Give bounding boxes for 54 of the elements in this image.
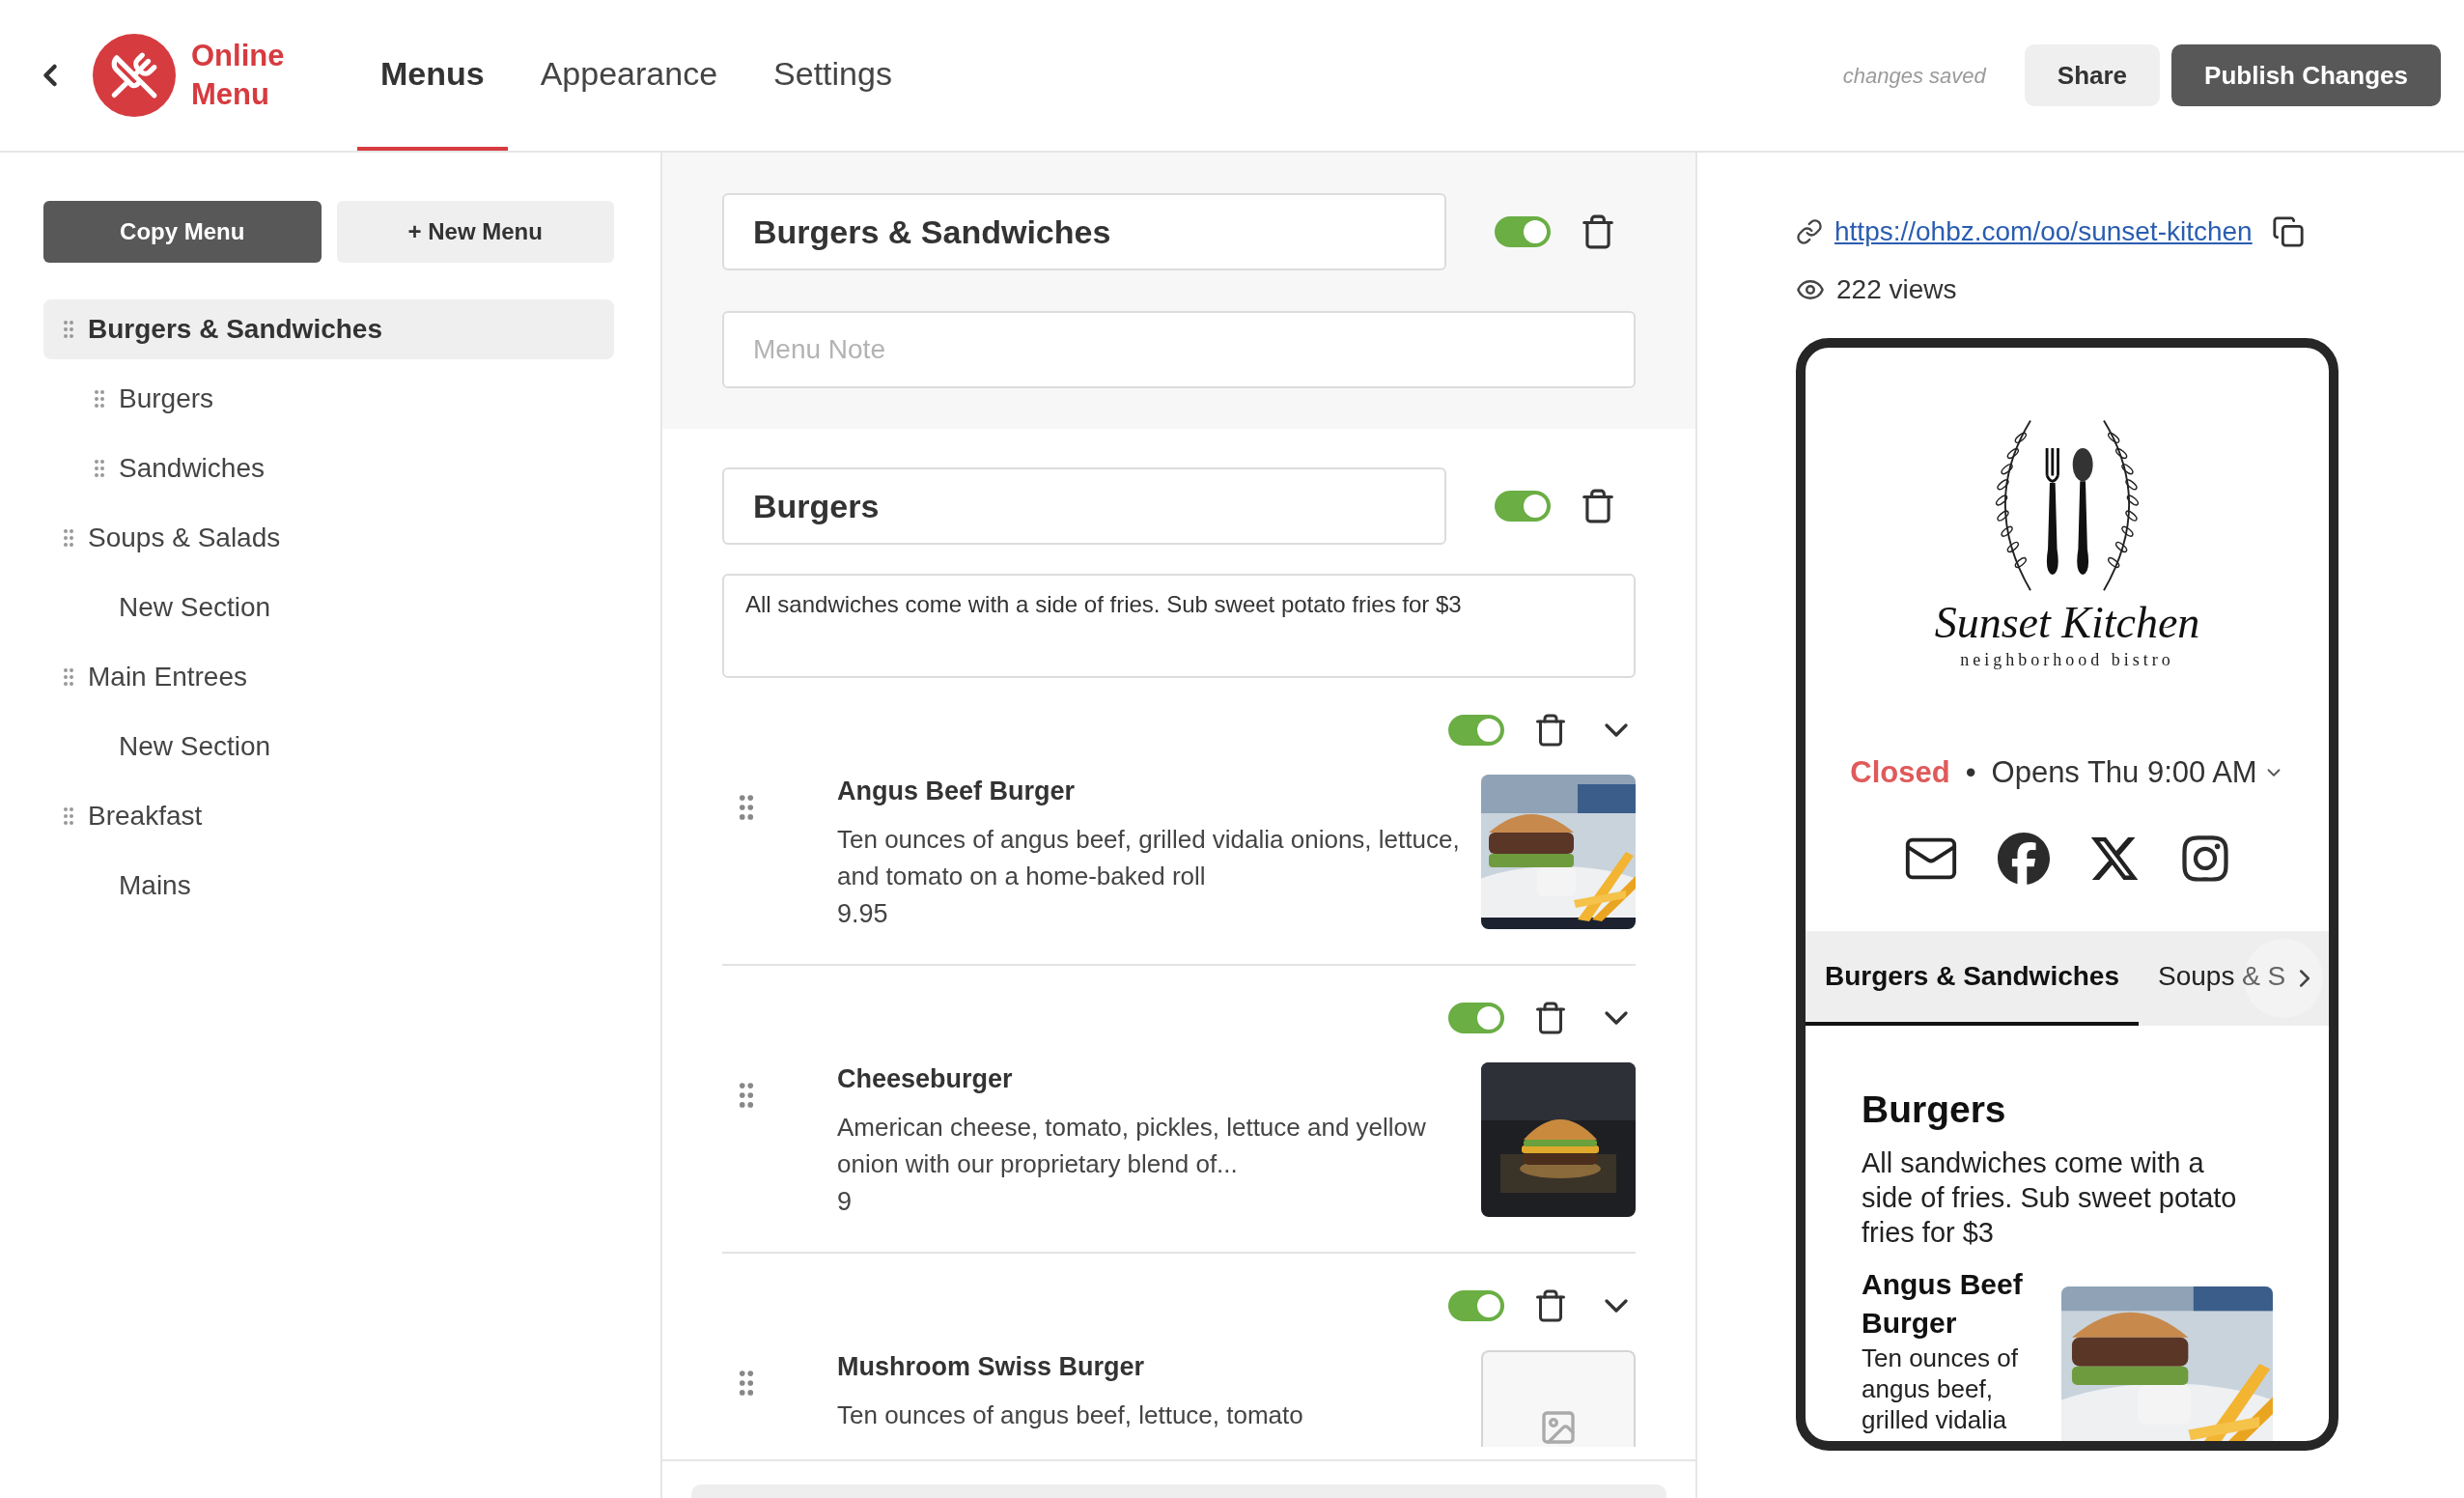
section-description: All sandwiches come with a side of fries. Sub sweet potato fries for $3	[1862, 1145, 2238, 1250]
menu-tree-item[interactable]: New Section	[43, 717, 614, 777]
menu-tree-item[interactable]: Burgers	[43, 369, 614, 429]
publish-button[interactable]: Publish Changes	[2171, 44, 2441, 106]
menu-title-field[interactable]: Burgers & Sandwiches	[722, 193, 1446, 270]
copy-menu-button[interactable]: Copy Menu	[43, 201, 322, 263]
delete-icon[interactable]	[1533, 713, 1568, 748]
item-price: 9	[837, 1186, 854, 1218]
item-name: Angus Beef Burger	[837, 776, 1077, 807]
app-name: Online Menu	[191, 38, 286, 113]
menu-tree-item[interactable]: New Section	[43, 578, 614, 637]
link-icon	[1796, 218, 1823, 245]
separator-dot: •	[1965, 754, 1976, 791]
category-tab[interactable]: Burgers & Sandwiches	[1806, 930, 2139, 1026]
category-tab[interactable]: Soups & S	[2139, 930, 2306, 1026]
section-note-field[interactable]: All sandwiches come with a side of fries. Sub sweet potato fries for $3	[722, 574, 1636, 678]
menu-tree-item[interactable]: Soups & Salads	[43, 508, 614, 568]
toggle-switch[interactable]	[1495, 216, 1551, 247]
delete-icon[interactable]	[1533, 1001, 1568, 1035]
toggle-switch[interactable]	[1495, 491, 1551, 522]
facebook-icon[interactable]	[1998, 832, 2050, 885]
save-status: changes saved	[1842, 62, 1986, 90]
toggle-switch[interactable]	[1448, 715, 1504, 746]
item-name: Angus Beef Burger	[1862, 1266, 2024, 1341]
item-description: Ten ounces of angus beef, grilled vidalia onions, lettuce, and tomato on a home-baked roll	[837, 824, 1461, 892]
menu-tree-item[interactable]: Breakfast	[43, 786, 614, 846]
view-count: 222 views	[1836, 273, 1957, 306]
item-description: Ten ounces of angus beef, grilled vidalia	[1862, 1342, 2019, 1435]
toggle-switch[interactable]	[1448, 1003, 1504, 1033]
delete-icon[interactable]	[1580, 488, 1616, 524]
section-title-field[interactable]: Burgers	[722, 467, 1446, 545]
delete-icon[interactable]	[1533, 1288, 1568, 1323]
menu-tree-item[interactable]: Mains	[43, 856, 614, 916]
menu-tree-item[interactable]: Sandwiches	[43, 438, 614, 498]
restaurant-name: Sunset Kitchen	[1934, 599, 2200, 647]
new-menu-button[interactable]: + New Menu	[336, 201, 614, 263]
nav-tab[interactable]: Appearance	[517, 0, 742, 151]
item-price: 9.95	[837, 898, 889, 930]
restaurant-tagline: neighborhood bistro	[1960, 649, 2174, 671]
menu-tree-item[interactable]: Main Entrees	[43, 647, 614, 707]
section-heading: Burgers	[1862, 1087, 2007, 1132]
item-description: American cheese, tomato, pickles, lettuce and yellow onion with our proprietary blend of...	[837, 1112, 1427, 1180]
opening-hours: Opens Thu 9:00 AM	[1991, 754, 2257, 791]
closed-status: Closed	[1850, 754, 1950, 791]
menu-tree-item[interactable]: Burgers & Sandwiches	[43, 299, 614, 359]
item-description: Ten ounces of angus beef, lettuce, tomato	[837, 1399, 1304, 1431]
menu-url-link[interactable]: https://ohbz.com/oo/sunset-kitchen	[1834, 212, 2253, 252]
toggle-switch[interactable]	[1448, 1290, 1504, 1321]
share-button[interactable]: Share	[2024, 44, 2161, 106]
item-name: Mushroom Swiss Burger	[837, 1351, 1146, 1383]
copy-icon[interactable]	[2271, 215, 2305, 248]
nav-tab[interactable]: Settings	[750, 0, 915, 151]
item-name: Cheeseburger	[837, 1063, 1014, 1095]
delete-icon[interactable]	[1580, 213, 1616, 250]
